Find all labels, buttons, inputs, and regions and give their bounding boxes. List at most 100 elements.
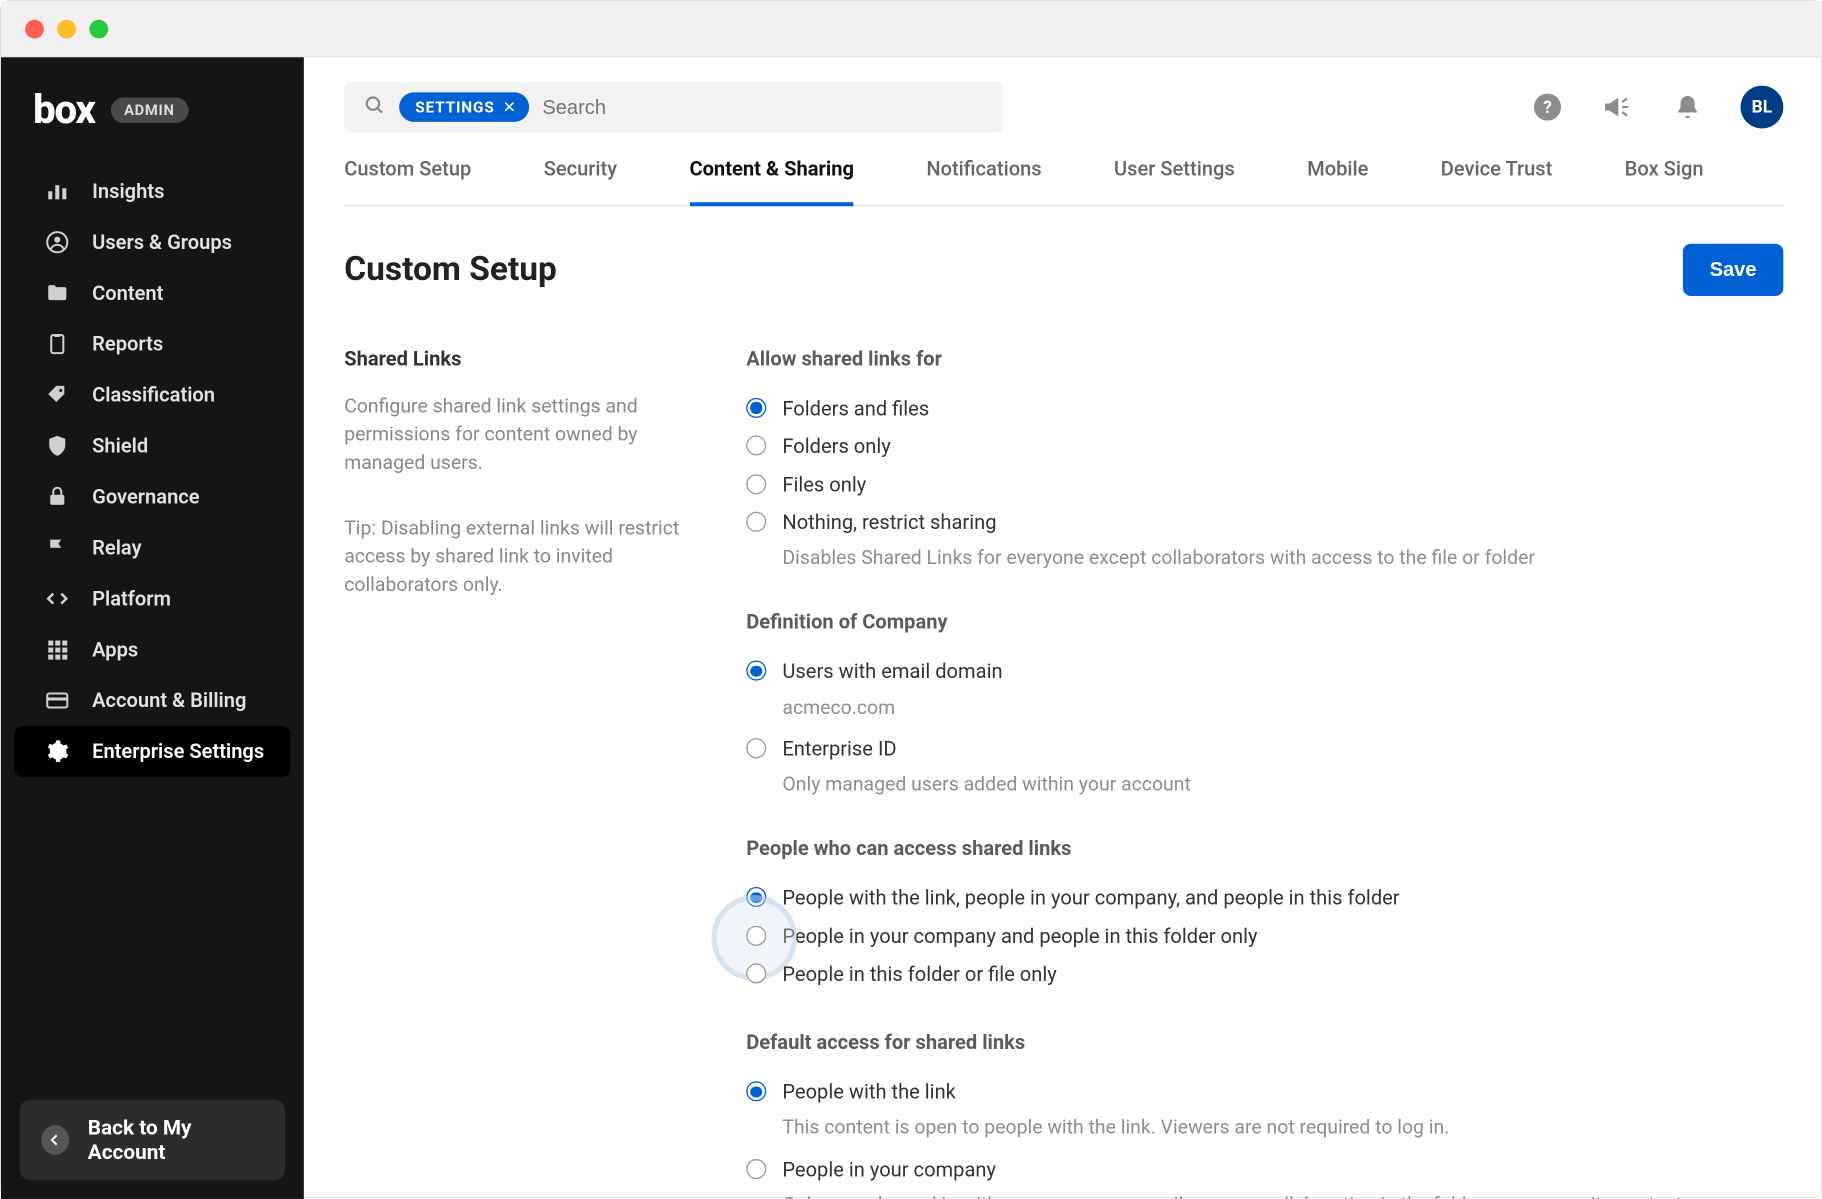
window-titlebar [1, 1, 1822, 57]
window-close-icon[interactable] [25, 19, 44, 38]
credit-card-icon [44, 687, 71, 714]
radio-people-folder-file[interactable]: People in this folder or file only [746, 955, 1783, 993]
tag-icon [44, 382, 71, 409]
search-filter-chip[interactable]: SETTINGS ✕ [399, 92, 529, 121]
sidebar-item-governance[interactable]: Governance [14, 471, 290, 522]
tab-custom-setup[interactable]: Custom Setup [344, 148, 471, 206]
radio-label: People in your company [782, 1156, 996, 1183]
radio-default-people-company[interactable]: People in your company [746, 1150, 1783, 1188]
flag-icon [44, 534, 71, 561]
radio-label: People in your company and people in thi… [782, 922, 1257, 949]
tab-device-trust[interactable]: Device Trust [1441, 148, 1553, 206]
folder-icon [44, 280, 71, 307]
radio-icon [746, 887, 766, 907]
tab-notifications[interactable]: Notifications [926, 148, 1041, 206]
close-icon[interactable]: ✕ [502, 97, 516, 116]
sidebar-item-label: Platform [92, 587, 171, 611]
radio-icon [746, 738, 766, 758]
tab-user-settings[interactable]: User Settings [1114, 148, 1235, 206]
tab-mobile[interactable]: Mobile [1307, 148, 1368, 206]
sidebar-item-users-groups[interactable]: Users & Groups [14, 217, 290, 268]
sidebar-item-label: Shield [92, 434, 148, 458]
radio-icon [746, 473, 766, 493]
window-zoom-icon[interactable] [89, 19, 108, 38]
sidebar-item-label: Enterprise Settings [92, 739, 264, 763]
radio-people-link-company-folder[interactable]: People with the link, people in your com… [746, 879, 1783, 917]
search-input[interactable] [542, 95, 984, 118]
radio-default-people-link[interactable]: People with the link [746, 1073, 1783, 1111]
avatar[interactable]: BL [1740, 85, 1783, 128]
sidebar-item-apps[interactable]: Apps [14, 624, 290, 675]
radio-nothing-restrict[interactable]: Nothing, restrict sharing [746, 503, 1783, 541]
sidebar-item-enterprise-settings[interactable]: Enterprise Settings [14, 726, 290, 777]
radio-label: People in this folder or file only [782, 960, 1056, 987]
group-access-shared-links: People who can access shared links Peopl… [746, 836, 1783, 992]
sidebar-item-relay[interactable]: Relay [14, 522, 290, 573]
group-heading: Definition of Company [746, 610, 1783, 634]
sidebar-header: box ADMIN [1, 57, 304, 158]
help-icon[interactable]: ? [1531, 91, 1563, 123]
shield-icon [44, 432, 71, 459]
sidebar-item-label: Account & Billing [92, 688, 246, 712]
clipboard-icon [44, 331, 71, 358]
sidebar-item-label: Relay [92, 536, 141, 560]
radio-email-domain[interactable]: Users with email domain [746, 653, 1783, 691]
window-minimize-icon[interactable] [57, 19, 76, 38]
code-icon [44, 585, 71, 612]
radio-sublabel: Only managed users added within your acc… [782, 772, 1783, 799]
sidebar-item-content[interactable]: Content [14, 268, 290, 319]
sidebar-nav: Insights Users & Groups Content Reports … [1, 158, 304, 1081]
tab-box-sign[interactable]: Box Sign [1625, 148, 1704, 206]
radio-folders-only[interactable]: Folders only [746, 427, 1783, 465]
user-circle-icon [44, 229, 71, 256]
sidebar: box ADMIN Insights Users & Groups Conten… [1, 57, 304, 1199]
bell-icon[interactable] [1671, 91, 1703, 123]
search-box[interactable]: SETTINGS ✕ [344, 81, 1003, 132]
section-tip: Tip: Disabling external links will restr… [344, 514, 692, 598]
gear-icon [44, 738, 71, 765]
sidebar-item-reports[interactable]: Reports [14, 319, 290, 370]
group-heading: Default access for shared links [746, 1030, 1783, 1054]
radio-icon [746, 435, 766, 455]
chevron-left-icon [41, 1125, 69, 1154]
page-title: Custom Setup [344, 250, 557, 289]
radio-icon [746, 925, 766, 945]
sidebar-item-shield[interactable]: Shield [14, 420, 290, 471]
radio-sublabel: This content is open to people with the … [782, 1115, 1783, 1142]
group-allow-shared-links: Allow shared links for Folders and files… [746, 347, 1783, 573]
radio-label: Files only [782, 471, 866, 498]
sidebar-item-platform[interactable]: Platform [14, 573, 290, 624]
megaphone-icon[interactable] [1601, 91, 1633, 123]
sidebar-item-classification[interactable]: Classification [14, 370, 290, 421]
lock-icon [44, 483, 71, 510]
search-icon [363, 93, 386, 121]
radio-icon [746, 511, 766, 531]
radio-files-only[interactable]: Files only [746, 465, 1783, 503]
sidebar-item-label: Governance [92, 485, 199, 509]
section-sidebar: Shared Links Configure shared link setti… [344, 347, 692, 1199]
back-to-account-button[interactable]: Back to My Account [20, 1100, 285, 1180]
radio-icon [746, 1081, 766, 1101]
save-button[interactable]: Save [1683, 244, 1784, 296]
sidebar-item-insights[interactable]: Insights [14, 166, 290, 217]
sidebar-item-label: Users & Groups [92, 230, 232, 254]
tab-content-sharing[interactable]: Content & Sharing [689, 148, 854, 206]
toolbar-actions: ? BL [1531, 85, 1783, 128]
radio-enterprise-id[interactable]: Enterprise ID [746, 730, 1783, 768]
settings-tabs: Custom Setup Security Content & Sharing … [344, 148, 1783, 206]
radio-sublabel: Disables Shared Links for everyone excep… [782, 545, 1783, 572]
sidebar-item-label: Content [92, 281, 163, 305]
sidebar-item-account-billing[interactable]: Account & Billing [14, 675, 290, 726]
group-heading: Allow shared links for [746, 347, 1783, 371]
radio-folders-and-files[interactable]: Folders and files [746, 390, 1783, 428]
admin-badge: ADMIN [111, 97, 188, 122]
radio-icon [746, 1158, 766, 1178]
radio-label: Folders and files [782, 395, 929, 422]
search-chip-label: SETTINGS [415, 97, 494, 116]
tab-security[interactable]: Security [544, 148, 617, 206]
group-definition-company: Definition of Company Users with email d… [746, 610, 1783, 799]
radio-people-company-folder[interactable]: People in your company and people in thi… [746, 917, 1783, 955]
radio-label: People with the link, people in your com… [782, 885, 1399, 912]
radio-sublabel: acmeco.com [782, 695, 1783, 722]
radio-label: People with the link [782, 1079, 955, 1106]
